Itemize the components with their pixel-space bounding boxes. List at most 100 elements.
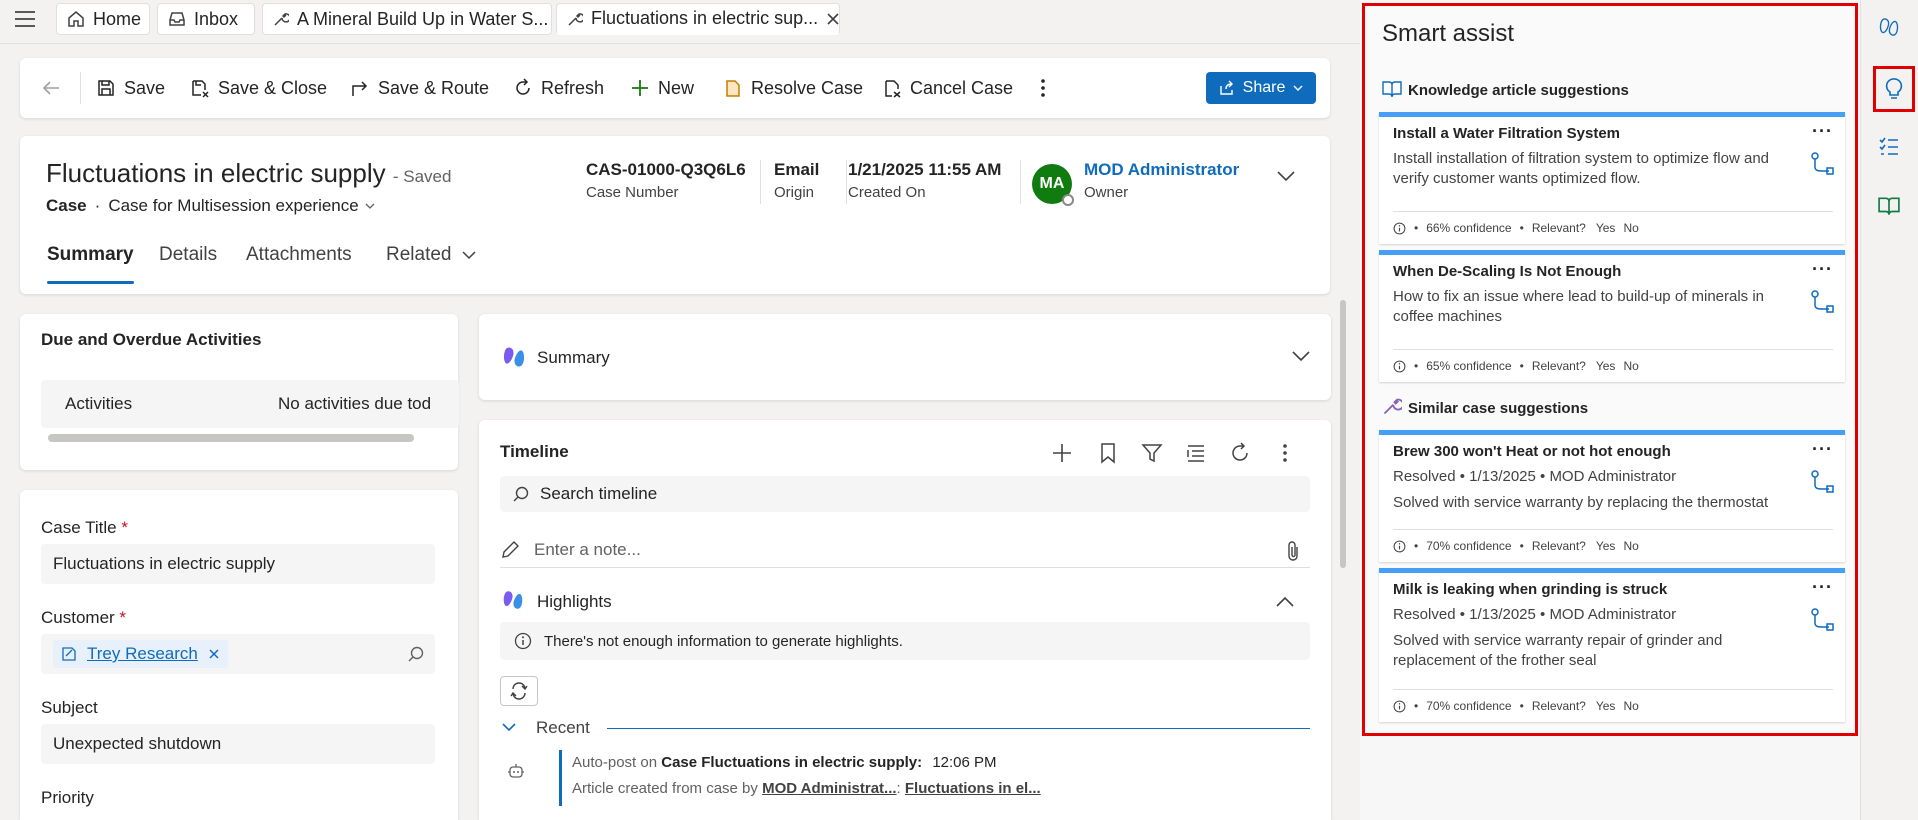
share-label: Share bbox=[1242, 79, 1286, 96]
owner-link[interactable]: MOD Administrator bbox=[1084, 160, 1239, 180]
post-line-prefix: Article created from case by bbox=[572, 780, 758, 797]
similar-case-title[interactable]: Milk is leaking when grinding is struck bbox=[1393, 581, 1667, 598]
expand-header-button[interactable] bbox=[1276, 170, 1296, 182]
search-icon[interactable] bbox=[407, 645, 425, 663]
more-commands-button[interactable] bbox=[1040, 58, 1046, 118]
kb-suggestion-title[interactable]: Install a Water Filtration System bbox=[1393, 125, 1620, 142]
subject-input[interactable]: Unexpected shutdown bbox=[41, 724, 435, 764]
copilot-summary-card[interactable]: Summary bbox=[479, 314, 1331, 400]
link-case-icon[interactable] bbox=[1809, 607, 1835, 633]
main-scrollbar[interactable] bbox=[1340, 300, 1346, 568]
tab-summary[interactable]: Summary bbox=[47, 244, 134, 266]
relevant-no-button[interactable]: No bbox=[1623, 699, 1638, 713]
post-article-link[interactable]: Fluctuations in el... bbox=[905, 780, 1041, 797]
record-title: Fluctuations in electric supply bbox=[46, 158, 386, 188]
chevron-down-icon bbox=[1293, 84, 1303, 92]
activities-grid[interactable]: Activities No activities due tod bbox=[41, 380, 459, 428]
case-title-input[interactable]: Fluctuations in electric supply bbox=[41, 544, 435, 584]
customer-tag: Trey Research bbox=[53, 640, 228, 668]
close-tab-icon[interactable] bbox=[826, 12, 839, 26]
new-button[interactable]: New bbox=[630, 58, 694, 118]
remove-icon[interactable] bbox=[208, 648, 220, 660]
horizontal-scrollbar[interactable] bbox=[48, 434, 414, 442]
post-sep: : bbox=[896, 780, 901, 797]
cancel-case-button[interactable]: Cancel Case bbox=[882, 58, 1013, 118]
kb-suggestion-card[interactable]: Install a Water Filtration System ··· In… bbox=[1379, 112, 1845, 244]
link-article-icon[interactable] bbox=[1809, 151, 1835, 177]
similar-case-meta: Resolved • 1/13/2025 • MOD Administrator bbox=[1393, 468, 1677, 485]
tab-related[interactable]: Related bbox=[386, 244, 476, 266]
post-time: 12:06 PM bbox=[932, 754, 997, 771]
share-button[interactable]: Share bbox=[1206, 72, 1316, 104]
tab-inbox[interactable]: Inbox bbox=[157, 3, 255, 35]
save-route-button[interactable]: Save & Route bbox=[350, 58, 489, 118]
wrench-icon bbox=[1382, 396, 1402, 416]
smart-assist-rail-button[interactable] bbox=[1873, 66, 1915, 112]
save-close-label: Save & Close bbox=[218, 77, 328, 98]
owner-avatar[interactable]: MA bbox=[1032, 164, 1074, 206]
info-icon bbox=[1393, 360, 1406, 373]
post-author-link[interactable]: MOD Administrat... bbox=[762, 780, 896, 797]
filter-icon[interactable] bbox=[1141, 442, 1163, 464]
customer-label: Customer * bbox=[41, 608, 126, 628]
relevant-yes-button[interactable]: Yes bbox=[1596, 359, 1616, 373]
link-case-icon[interactable] bbox=[1809, 469, 1835, 495]
confidence-text: 66% confidence bbox=[1426, 221, 1512, 235]
hamburger-menu-icon[interactable] bbox=[14, 10, 36, 28]
tab-attachments[interactable]: Attachments bbox=[246, 244, 352, 266]
case-number-value: CAS-01000-Q3Q6L6 bbox=[586, 160, 746, 179]
back-button[interactable] bbox=[42, 58, 60, 118]
bullet: • bbox=[1519, 699, 1524, 713]
resolve-case-button[interactable]: Resolve Case bbox=[723, 58, 863, 118]
tab-related-label: Related bbox=[386, 244, 452, 265]
form-selector[interactable]: Case for Multisession experience bbox=[108, 196, 375, 216]
kb-suggestion-title[interactable]: When De-Scaling Is Not Enough bbox=[1393, 263, 1621, 280]
note-input[interactable]: Enter a note... bbox=[500, 532, 1310, 568]
more-horizontal-icon[interactable]: ··· bbox=[1812, 259, 1833, 280]
bookmark-icon[interactable] bbox=[1099, 442, 1117, 464]
save-close-button[interactable]: Save & Close bbox=[190, 58, 327, 118]
tab-home[interactable]: Home bbox=[56, 3, 150, 35]
presence-icon bbox=[1062, 194, 1074, 206]
refresh-icon[interactable] bbox=[1229, 442, 1251, 464]
chevron-down-icon[interactable] bbox=[1291, 350, 1311, 362]
similar-case-footer: • 70% confidence • Relevant? Yes No bbox=[1393, 539, 1639, 553]
customer-link[interactable]: Trey Research bbox=[87, 644, 198, 664]
more-vertical-icon[interactable] bbox=[1282, 443, 1288, 463]
recent-divider bbox=[607, 728, 1310, 729]
attachment-icon[interactable] bbox=[1286, 540, 1300, 562]
kb-suggestion-card[interactable]: When De-Scaling Is Not Enough ··· How to… bbox=[1379, 250, 1845, 382]
relevant-yes-button[interactable]: Yes bbox=[1596, 221, 1616, 235]
chevron-down-icon[interactable] bbox=[501, 722, 517, 732]
relevant-no-button[interactable]: No bbox=[1623, 359, 1638, 373]
more-horizontal-icon[interactable]: ··· bbox=[1812, 439, 1833, 460]
relevant-yes-button[interactable]: Yes bbox=[1596, 539, 1616, 553]
link-article-icon[interactable] bbox=[1809, 289, 1835, 315]
sort-list-icon[interactable] bbox=[1185, 442, 1207, 464]
more-horizontal-icon[interactable]: ··· bbox=[1812, 577, 1833, 598]
save-button[interactable]: Save bbox=[96, 58, 165, 118]
owner-initials: MA bbox=[1039, 175, 1065, 192]
refresh-button[interactable]: Refresh bbox=[513, 58, 604, 118]
relevant-no-button[interactable]: No bbox=[1623, 221, 1638, 235]
new-label: New bbox=[658, 77, 695, 98]
customer-lookup[interactable]: Trey Research bbox=[41, 634, 435, 674]
tab-details[interactable]: Details bbox=[159, 244, 217, 266]
priority-label: Priority bbox=[41, 788, 94, 807]
regenerate-highlights-button[interactable] bbox=[500, 676, 538, 706]
timeline-search-input[interactable]: Search timeline bbox=[500, 476, 1310, 512]
similar-case-card[interactable]: Brew 300 won't Heat or not hot enough ··… bbox=[1379, 430, 1845, 562]
tab-mineral-build-up[interactable]: A Mineral Build Up in Water S... bbox=[262, 3, 552, 35]
tab-details-label: Details bbox=[159, 244, 218, 265]
copilot-rail-icon[interactable] bbox=[1878, 16, 1900, 38]
similar-case-card[interactable]: Milk is leaking when grinding is struck … bbox=[1379, 568, 1845, 722]
knowledge-search-icon[interactable] bbox=[1878, 196, 1900, 216]
tab-fluctuations[interactable]: Fluctuations in electric sup... bbox=[556, 3, 840, 35]
add-icon[interactable] bbox=[1051, 442, 1073, 464]
more-horizontal-icon[interactable]: ··· bbox=[1812, 121, 1833, 142]
relevant-yes-button[interactable]: Yes bbox=[1596, 699, 1616, 713]
chevron-up-icon[interactable] bbox=[1275, 596, 1295, 608]
similar-case-title[interactable]: Brew 300 won't Heat or not hot enough bbox=[1393, 443, 1671, 460]
task-list-icon[interactable] bbox=[1878, 136, 1900, 158]
relevant-no-button[interactable]: No bbox=[1623, 539, 1638, 553]
